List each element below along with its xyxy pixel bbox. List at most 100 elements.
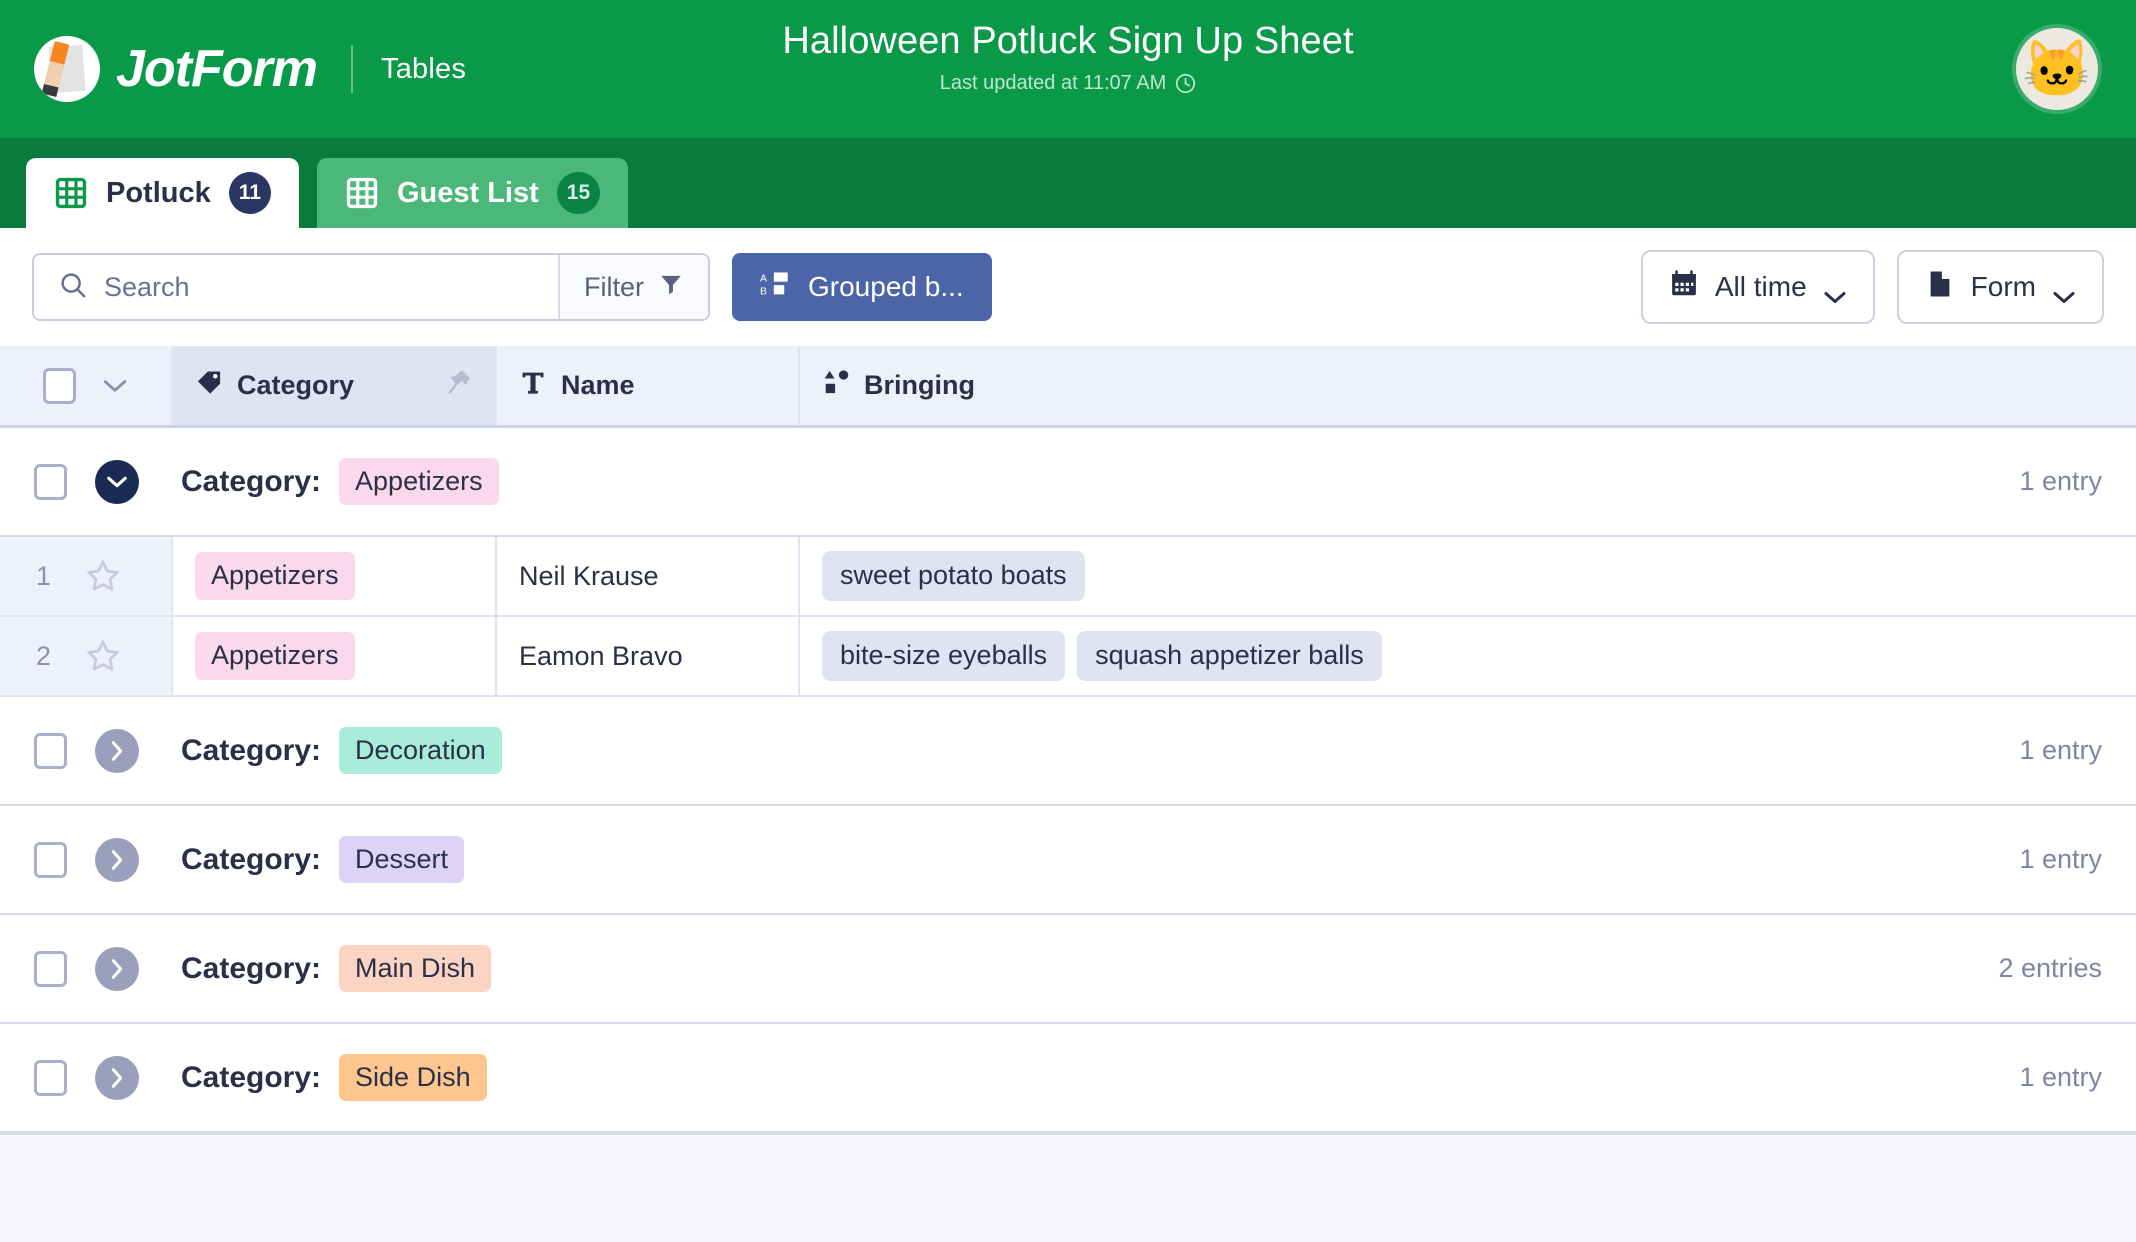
group-label-prefix: Category:: [181, 733, 322, 767]
group-row-dessert[interactable]: Category: Dessert 1 entry: [0, 806, 2136, 915]
brand[interactable]: JotForm Tables: [0, 0, 466, 138]
form-label: Form: [1970, 271, 2036, 302]
grouped-by-button[interactable]: A B Grouped b...: [732, 253, 992, 321]
search-icon: [58, 270, 88, 305]
svg-text:A: A: [760, 273, 767, 284]
select-all-checkbox[interactable]: [43, 367, 76, 404]
brand-subtitle: Tables: [381, 52, 467, 85]
column-header-label: Category: [237, 370, 355, 400]
header-select-column: [0, 346, 173, 425]
cell-category[interactable]: Appetizers: [173, 617, 497, 695]
cell-bringing[interactable]: bite-size eyeballs squash appetizer ball…: [800, 617, 2136, 695]
app-header: JotForm Tables Halloween Potluck Sign Up…: [0, 0, 2136, 138]
tab-count-badge: 15: [556, 172, 601, 214]
group-value-chip: Appetizers: [339, 457, 499, 506]
group-expand-toggle[interactable]: [95, 1055, 139, 1100]
star-icon[interactable]: [85, 638, 121, 674]
group-row-decoration[interactable]: Category: Decoration 1 entry: [0, 697, 2136, 806]
group-row-appetizers[interactable]: Category: Appetizers 1 entry: [0, 428, 2136, 537]
form-button[interactable]: Form: [1896, 250, 2104, 324]
group-entry-count: 1 entry: [2019, 466, 2102, 496]
tab-count-badge: 11: [228, 172, 271, 214]
row-number: 2: [36, 640, 52, 671]
group-collapse-toggle[interactable]: [95, 459, 139, 504]
group-by-icon: A B: [760, 270, 790, 305]
text-icon: [519, 368, 547, 403]
bringing-chip: squash appetizer balls: [1077, 631, 1382, 681]
group-row-side-dish[interactable]: Category: Side Dish 1 entry: [0, 1024, 2136, 1133]
svg-text:B: B: [760, 286, 767, 297]
grouped-by-label: Grouped b...: [808, 271, 964, 302]
group-select-checkbox[interactable]: [34, 1059, 67, 1096]
avatar[interactable]: 🐱: [2012, 24, 2102, 114]
category-chip: Appetizers: [195, 552, 355, 600]
column-header-name[interactable]: Name: [497, 346, 800, 425]
group-select-checkbox[interactable]: [34, 463, 67, 500]
search-box[interactable]: Filter: [32, 253, 710, 321]
table-row[interactable]: 2 Appetizers Eamon Bravo bite-size eyeba…: [0, 617, 2136, 697]
column-header-label: Name: [561, 370, 635, 400]
bringing-chip: bite-size eyeballs: [822, 631, 1066, 681]
group-select-checkbox[interactable]: [34, 732, 67, 769]
group-entry-count: 1 entry: [2019, 735, 2102, 765]
category-chip: Appetizers: [195, 632, 355, 680]
avatar-wrapper[interactable]: 🐱: [2012, 24, 2102, 114]
group-select-checkbox[interactable]: [34, 950, 67, 987]
chevron-down-icon[interactable]: [102, 370, 128, 401]
data-table: Category Name Bringing Category: Appetiz…: [0, 346, 2136, 1242]
date-range-label: All time: [1714, 271, 1807, 302]
search-field[interactable]: [34, 255, 558, 319]
group-value-chip: Dessert: [339, 835, 465, 884]
tab-guest-list[interactable]: Guest List 15: [316, 158, 629, 228]
group-label-prefix: Category:: [181, 842, 322, 876]
group-entry-count: 2 entries: [1998, 953, 2102, 983]
brand-divider: [351, 45, 353, 93]
calendar-icon: [1669, 269, 1699, 306]
group-row-main-dish[interactable]: Category: Main Dish 2 entries: [0, 915, 2136, 1024]
last-updated: Last updated at 11:07 AM: [940, 72, 1196, 95]
row-number: 1: [36, 560, 52, 591]
group-label-prefix: Category:: [181, 951, 322, 985]
table-grid-icon: [54, 176, 88, 210]
tab-label: Guest List: [396, 176, 539, 209]
jotform-logo-icon: [34, 36, 100, 102]
chevron-down-icon: [2052, 280, 2076, 303]
tag-icon: [195, 368, 223, 403]
group-value-chip: Main Dish: [339, 944, 492, 993]
cell-bringing[interactable]: sweet potato boats: [800, 537, 2136, 615]
table-row[interactable]: 1 Appetizers Neil Krause sweet potato bo…: [0, 537, 2136, 617]
group-value-chip: Side Dish: [339, 1053, 487, 1102]
cell-name[interactable]: Neil Krause: [497, 537, 800, 615]
tab-label: Potluck: [106, 176, 211, 209]
filter-button[interactable]: Filter: [558, 255, 708, 319]
cell-category[interactable]: Appetizers: [173, 537, 497, 615]
cell-name[interactable]: Eamon Bravo: [497, 617, 800, 695]
column-header-row: Category Name Bringing: [0, 346, 2136, 428]
group-expand-toggle[interactable]: [95, 728, 139, 773]
group-expand-toggle[interactable]: [95, 946, 139, 991]
toolbar: Filter A B Grouped b... All time: [0, 228, 2136, 346]
pin-icon[interactable]: [445, 368, 473, 403]
clock-icon: [1175, 73, 1196, 94]
bringing-chip: sweet potato boats: [822, 551, 1085, 601]
group-entry-count: 1 entry: [2019, 1062, 2102, 1092]
group-value-chip: Decoration: [339, 726, 502, 775]
column-header-category[interactable]: Category: [173, 346, 497, 425]
multiselect-icon: [822, 368, 850, 403]
filter-label: Filter: [584, 271, 644, 302]
search-input[interactable]: [104, 271, 558, 303]
funnel-icon: [658, 271, 684, 304]
column-header-bringing[interactable]: Bringing: [800, 346, 2136, 425]
tab-potluck[interactable]: Potluck 11: [26, 158, 299, 228]
date-range-button[interactable]: All time: [1640, 250, 1875, 324]
tab-bar: Potluck 11 Guest List 15: [0, 138, 2136, 228]
group-expand-toggle[interactable]: [95, 837, 139, 882]
row-number-cell: 2: [0, 617, 173, 695]
brand-name: JotForm: [116, 40, 318, 98]
form-document-icon: [1925, 269, 1955, 306]
group-select-checkbox[interactable]: [34, 841, 67, 878]
group-label-prefix: Category:: [181, 464, 322, 498]
table-footer: [0, 1133, 2136, 1242]
star-icon[interactable]: [85, 558, 121, 594]
group-label-prefix: Category:: [181, 1060, 322, 1094]
